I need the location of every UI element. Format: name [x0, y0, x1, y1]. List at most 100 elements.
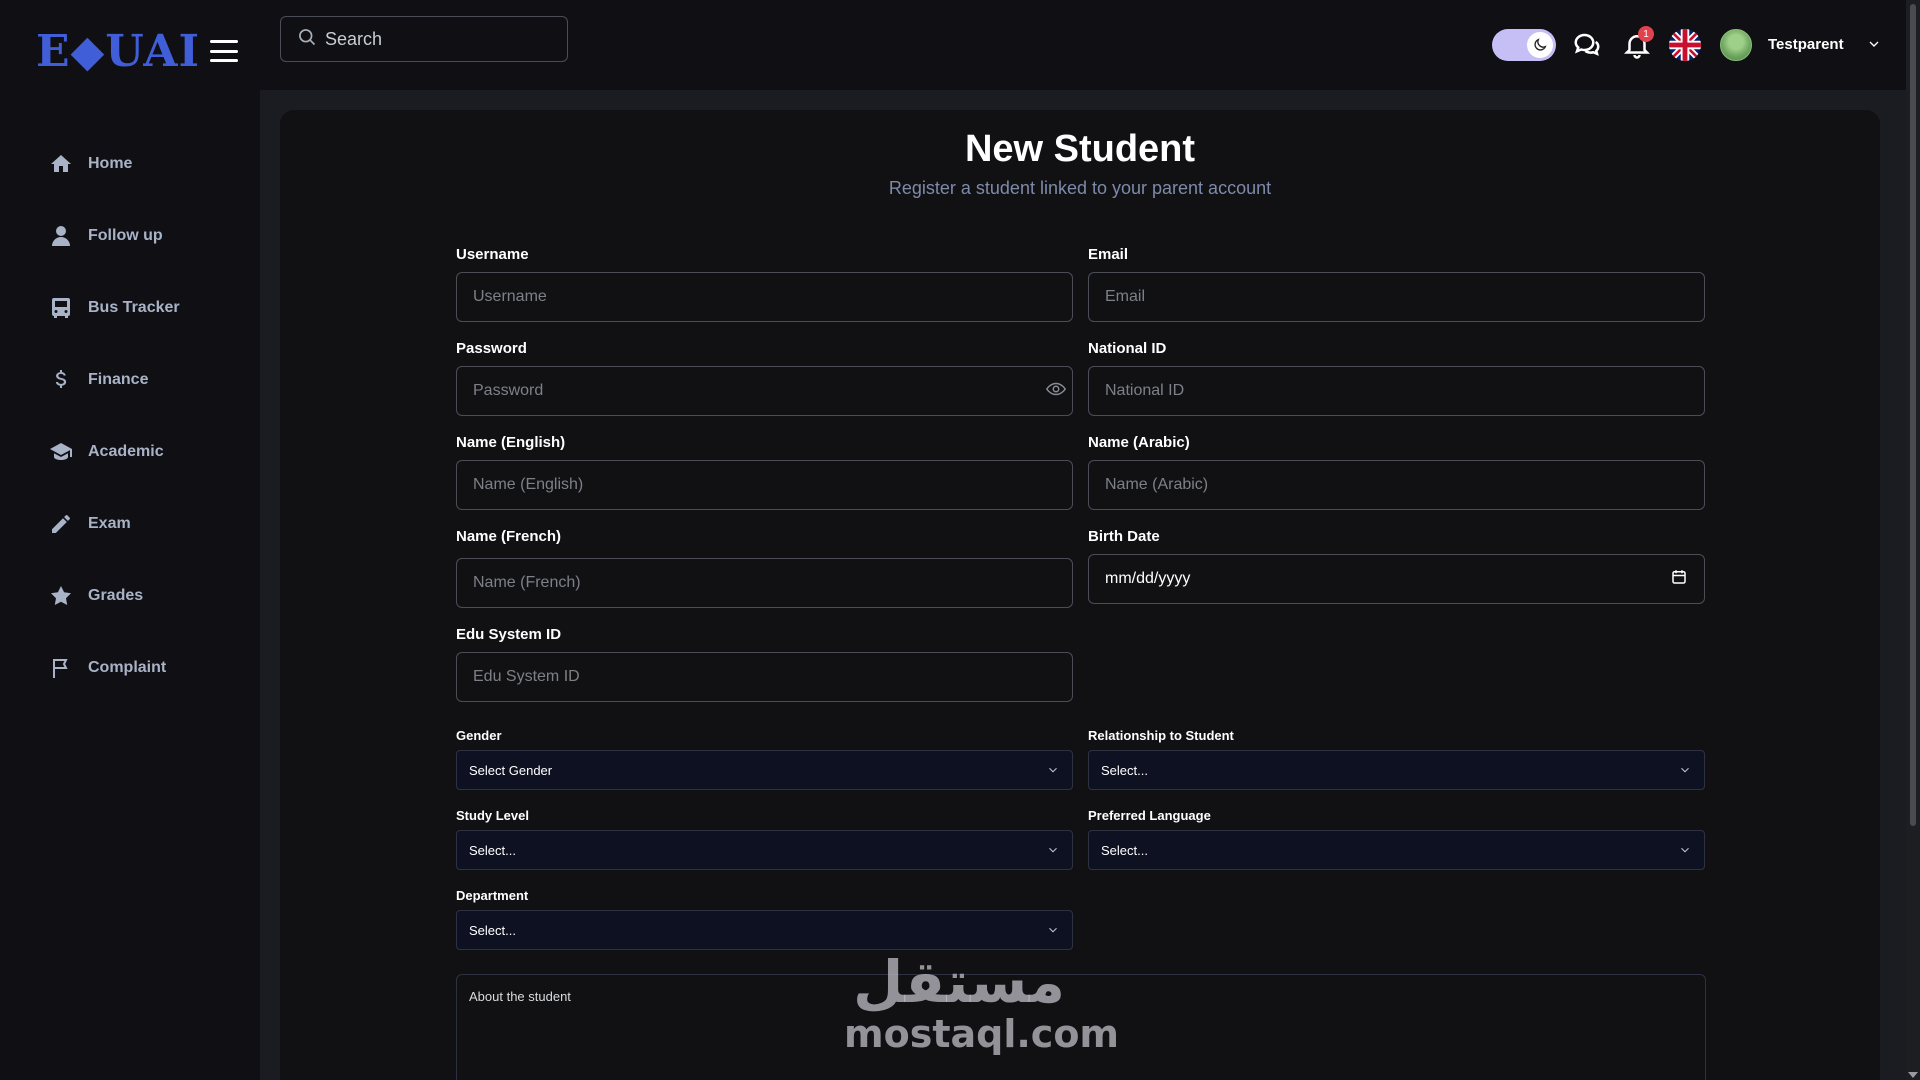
page-title: New Student — [964, 128, 1196, 170]
flag-icon — [48, 655, 74, 681]
relationship-field: Relationship to Student Select... — [1088, 728, 1705, 790]
chevron-down-icon — [1049, 767, 1057, 773]
scrollbar-thumb[interactable] — [1910, 4, 1916, 826]
sidebar-item-label: Grades — [88, 587, 144, 604]
user-icon — [48, 223, 74, 249]
relationship-select-value: Select... — [1101, 762, 1148, 778]
edu-system-id-field: Edu System ID — [456, 626, 1073, 702]
study-level-label: Study Level — [456, 808, 529, 823]
department-select[interactable]: Select... — [456, 910, 1073, 950]
sidebar-item-label: Exam — [88, 515, 131, 532]
edu-system-id-label: Edu System ID — [456, 626, 562, 643]
star-icon — [48, 583, 74, 609]
relationship-select[interactable]: Select... — [1088, 750, 1705, 790]
name-french-input[interactable] — [456, 558, 1073, 608]
sidebar: E◆UAI Home Follow up Bus Tracker Finance — [0, 0, 260, 1080]
gender-select-value: Select Gender — [469, 762, 553, 778]
username-label: Username — [456, 246, 529, 263]
birth-date-input[interactable]: mm/dd/yyyy — [1088, 554, 1705, 604]
department-field: Department Select... — [456, 888, 1073, 950]
search-box[interactable] — [280, 16, 568, 62]
username-input[interactable] — [456, 272, 1073, 322]
pencil-icon — [48, 511, 74, 537]
sidebar-item-follow-up[interactable]: Follow up — [0, 200, 260, 272]
home-icon — [48, 151, 74, 177]
email-field: Email — [1088, 246, 1705, 322]
notification-badge: 1 — [1638, 26, 1654, 42]
sidebar-nav: Home Follow up Bus Tracker Finance Acade… — [0, 128, 260, 704]
chevron-down-icon — [1049, 847, 1057, 853]
graduation-cap-icon — [48, 439, 74, 465]
sidebar-item-label: Complaint — [88, 659, 167, 676]
sidebar-item-finance[interactable]: Finance — [0, 344, 260, 416]
eye-icon[interactable] — [1045, 378, 1067, 405]
sidebar-item-label: Bus Tracker — [88, 299, 180, 316]
national-id-input[interactable] — [1088, 366, 1705, 416]
new-student-card: New Student Register a student linked to… — [280, 110, 1880, 1080]
study-level-select[interactable]: Select... — [456, 830, 1073, 870]
sidebar-item-label: Follow up — [88, 227, 163, 244]
name-arabic-field: Name (Arabic) — [1088, 434, 1705, 510]
notification-bell-icon[interactable]: 1 — [1622, 26, 1654, 65]
sidebar-item-label: Academic — [88, 443, 164, 460]
theme-toggle[interactable] — [1492, 29, 1556, 61]
calendar-icon[interactable] — [1670, 568, 1688, 591]
name-english-field: Name (English) — [456, 434, 1073, 510]
sidebar-item-complaint[interactable]: Complaint — [0, 632, 260, 704]
edu-system-id-input[interactable] — [456, 652, 1073, 702]
sidebar-item-academic[interactable]: Academic — [0, 416, 260, 488]
password-label: Password — [456, 340, 527, 357]
preferred-language-field: Preferred Language Select... — [1088, 808, 1705, 870]
bus-icon — [48, 295, 74, 321]
app-logo[interactable]: E◆UAI — [36, 26, 200, 77]
page-scrollbar[interactable] — [1906, 0, 1920, 1080]
search-input[interactable] — [325, 28, 555, 50]
preferred-language-label: Preferred Language — [1088, 808, 1211, 823]
birth-date-field: Birth Date mm/dd/yyyy — [1088, 528, 1705, 604]
hamburger-menu-icon[interactable] — [210, 40, 238, 62]
sidebar-item-exam[interactable]: Exam — [0, 488, 260, 560]
name-arabic-label: Name (Arabic) — [1088, 434, 1190, 451]
sidebar-item-home[interactable]: Home — [0, 128, 260, 200]
name-english-input[interactable] — [456, 460, 1073, 510]
chevron-down-icon — [1681, 847, 1689, 853]
sidebar-item-bus-tracker[interactable]: Bus Tracker — [0, 272, 260, 344]
user-name[interactable]: Testparent — [1768, 36, 1844, 53]
sidebar-item-grades[interactable]: Grades — [0, 560, 260, 632]
department-select-value: Select... — [469, 922, 516, 938]
sidebar-item-label: Finance — [88, 371, 149, 388]
top-bar: 1 Testparent — [260, 0, 1920, 90]
chat-icon[interactable] — [1572, 30, 1602, 65]
chevron-down-icon[interactable] — [1866, 36, 1882, 57]
name-french-label: Name (French) — [456, 528, 562, 545]
search-icon — [297, 27, 317, 52]
dollar-icon — [48, 367, 74, 393]
preferred-language-select-value: Select... — [1101, 842, 1148, 858]
name-arabic-input[interactable] — [1088, 460, 1705, 510]
gender-label: Gender — [456, 728, 502, 743]
study-level-field: Study Level Select... — [456, 808, 1073, 870]
password-input[interactable] — [456, 366, 1073, 416]
scroll-down-arrow-icon[interactable] — [1908, 1072, 1918, 1078]
password-field: Password — [456, 340, 1073, 416]
name-english-label: Name (English) — [456, 434, 566, 451]
birth-date-label: Birth Date — [1088, 528, 1160, 545]
avatar[interactable] — [1720, 29, 1752, 61]
about-student-textarea[interactable] — [456, 974, 1706, 1080]
sidebar-item-label: Home — [88, 155, 133, 172]
department-label: Department — [456, 888, 529, 903]
gender-select[interactable]: Select Gender — [456, 750, 1073, 790]
username-field: Username — [456, 246, 1073, 322]
moon-icon — [1527, 32, 1553, 58]
chevron-down-icon — [1049, 927, 1057, 933]
preferred-language-select[interactable]: Select... — [1088, 830, 1705, 870]
email-input[interactable] — [1088, 272, 1705, 322]
birth-date-value: mm/dd/yyyy — [1105, 570, 1191, 587]
national-id-label: National ID — [1088, 340, 1167, 357]
relationship-label: Relationship to Student — [1088, 728, 1234, 743]
gender-field: Gender Select Gender — [456, 728, 1073, 790]
email-label: Email — [1088, 246, 1129, 263]
name-french-field: Name (French) — [456, 528, 1073, 608]
chevron-down-icon — [1681, 767, 1689, 773]
uk-flag-icon[interactable] — [1669, 29, 1701, 61]
